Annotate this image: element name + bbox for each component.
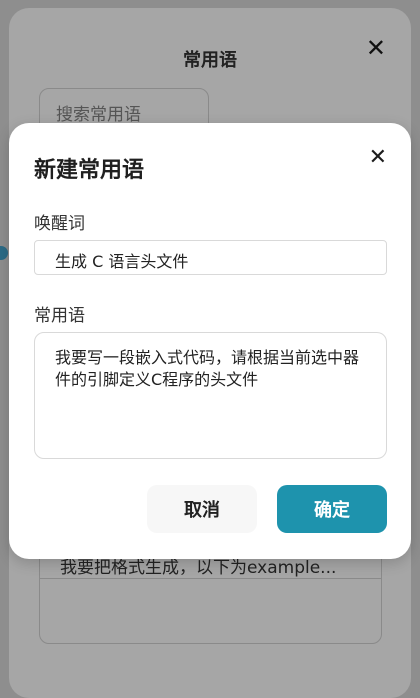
phrase-label: 常用语 [34,306,85,326]
dialog-title: 新建常用语 [34,158,145,183]
background-title: 常用语 [183,50,237,71]
new-phrase-dialog: 新建常用语 ✕ 唤醒词 生成 C 语言头文件 常用语 我要写一段嵌入式代码，请根… [9,123,411,559]
cancel-button[interactable]: 取消 [147,485,257,533]
close-icon[interactable]: ✕ [369,147,387,169]
wake-word-label: 唤醒词 [34,214,85,234]
confirm-button[interactable]: 确定 [277,485,387,533]
wake-word-input[interactable]: 生成 C 语言头文件 [34,240,387,275]
phrase-textarea[interactable]: 我要写一段嵌入式代码，请根据当前选中器件的引脚定义C程序的头文件 [34,332,387,459]
side-handle [0,246,8,260]
close-icon: ✕ [365,34,386,62]
